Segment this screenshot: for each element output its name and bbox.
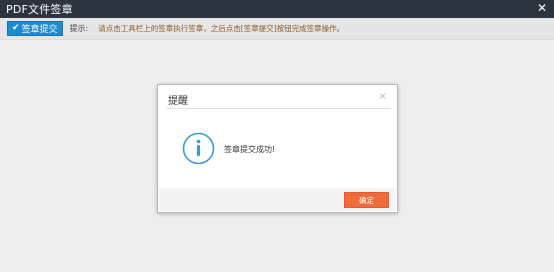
title-bar: PDF文件签章 ✕ (0, 0, 554, 18)
toolbar: ✔ 签章提交 提示: 请点击工具栏上的签章执行签章，之后点击[签章提交]按钮完成… (0, 18, 554, 40)
sign-submit-label: 签章提交 (21, 25, 58, 35)
dialog-message: 签章提交成功! (224, 145, 276, 154)
dialog-body: 签章提交成功! (158, 111, 399, 189)
dialog-close-icon[interactable]: × (379, 91, 387, 102)
checkmark-icon: ✔ (12, 23, 20, 33)
window-title: PDF文件签章 (6, 3, 73, 16)
alert-dialog: 提醒 × 签章提交成功! 确定 (157, 84, 398, 213)
info-circle-icon (182, 132, 215, 165)
sign-submit-button[interactable]: ✔ 签章提交 (7, 21, 63, 36)
dialog-title: 提醒 (168, 96, 188, 107)
hint-text: 请点击工具栏上的签章执行签章，之后点击[签章提交]按钮完成签章操作。 (98, 24, 345, 33)
pdf-sign-window: PDF文件签章 ✕ ✔ 签章提交 提示: 请点击工具栏上的签章执行签章，之后点击… (0, 0, 554, 272)
ok-button[interactable]: 确定 (344, 192, 389, 208)
dialog-header: 提醒 × (166, 89, 391, 109)
dialog-footer: 确定 (159, 188, 396, 211)
window-close-icon[interactable]: ✕ (536, 2, 548, 15)
hint-label: 提示: (69, 24, 89, 33)
